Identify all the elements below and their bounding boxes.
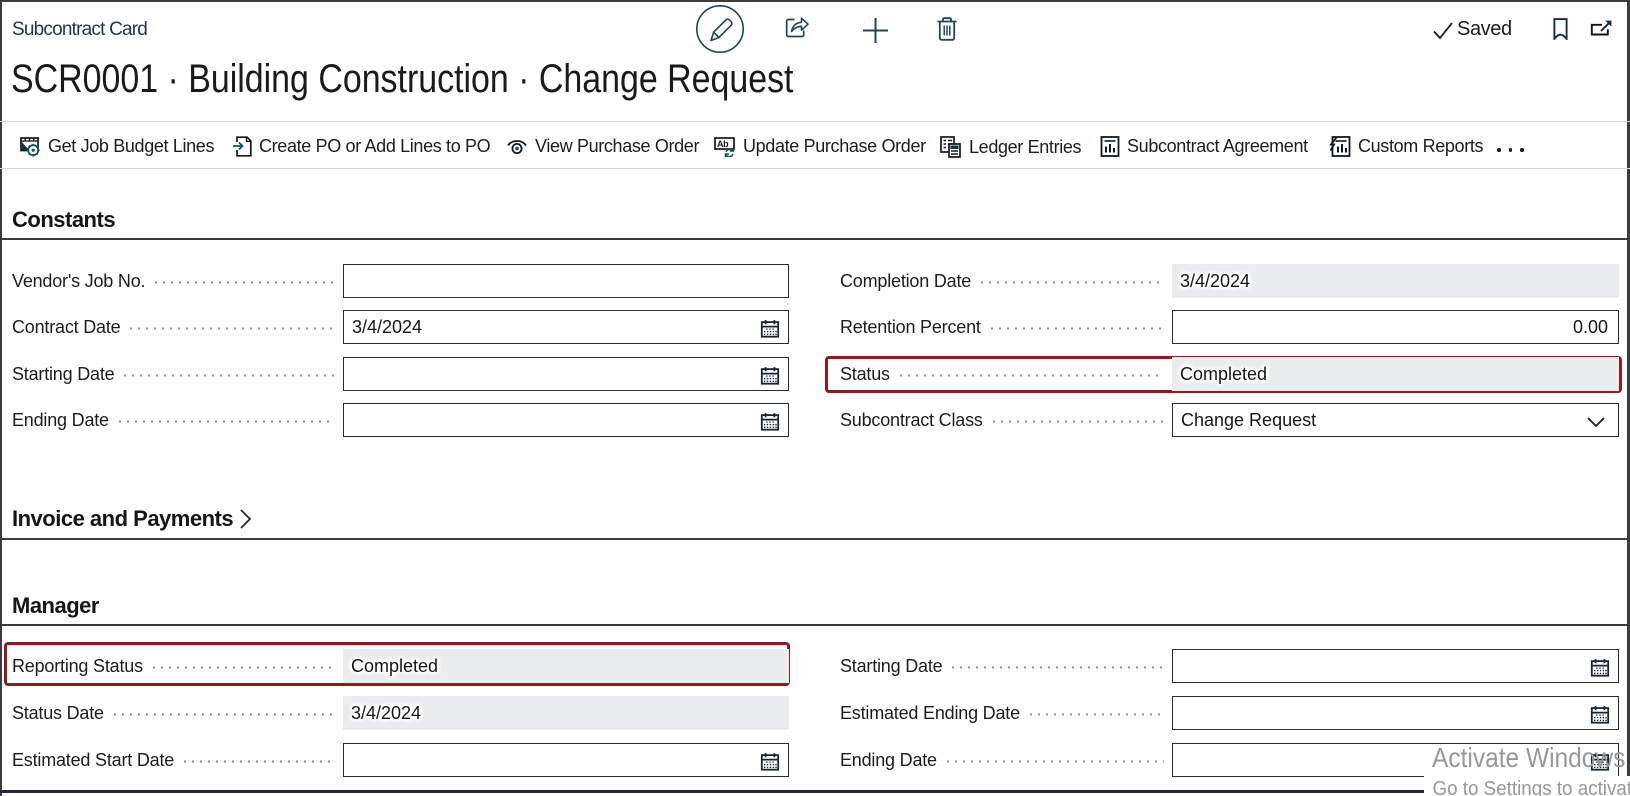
svg-text:Ab: Ab [717, 139, 729, 149]
